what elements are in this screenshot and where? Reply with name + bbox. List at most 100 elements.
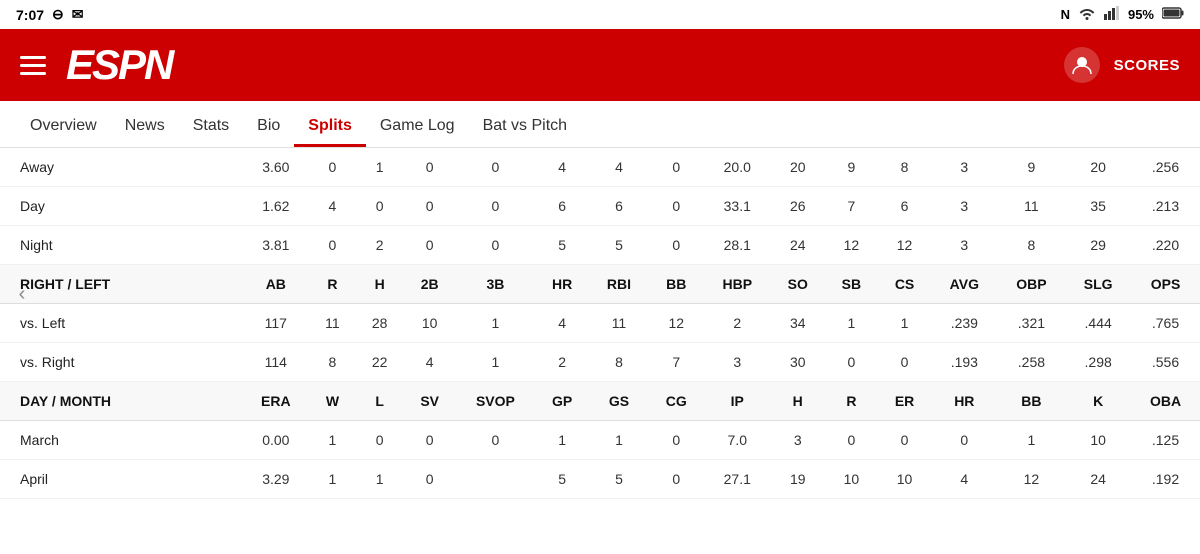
stat-cell: 11 — [998, 187, 1066, 226]
column-header: R — [825, 382, 878, 421]
stat-cell: 1.62 — [242, 187, 309, 226]
wifi-icon — [1078, 6, 1096, 23]
stat-cell: 0 — [649, 148, 704, 187]
column-header: SV — [404, 382, 456, 421]
tab-splits[interactable]: Splits — [294, 101, 366, 147]
stat-cell: 30 — [771, 343, 825, 382]
column-header: CG — [649, 382, 704, 421]
column-header: SLG — [1065, 265, 1131, 304]
back-arrow-button[interactable]: ‹ — [8, 280, 36, 308]
stat-cell: 20 — [771, 148, 825, 187]
column-header: W — [309, 382, 356, 421]
stat-cell: 1 — [309, 421, 356, 460]
row-label: Night — [0, 226, 242, 265]
column-header: BB — [998, 382, 1066, 421]
table-section-header-row: RIGHT / LEFTABRH2B3BHRRBIBBHBPSOSBCSAVGO… — [0, 265, 1200, 304]
stat-cell: 10 — [404, 304, 456, 343]
tab-overview[interactable]: Overview — [16, 101, 111, 147]
stat-cell: .239 — [931, 304, 997, 343]
stat-cell: 9 — [998, 148, 1066, 187]
stat-cell: 1 — [456, 343, 535, 382]
stat-cell: 9 — [825, 148, 878, 187]
tab-bio[interactable]: Bio — [243, 101, 294, 147]
stat-cell: 24 — [1065, 460, 1131, 499]
stat-cell: 2 — [356, 226, 404, 265]
stat-cell: 20 — [1065, 148, 1131, 187]
row-label: Day — [0, 187, 242, 226]
column-header: GP — [535, 382, 589, 421]
stat-cell: 34 — [771, 304, 825, 343]
stat-cell: 0 — [649, 226, 704, 265]
table-row: Night3.81020055028.12412123829.220 — [0, 226, 1200, 265]
table-row: Day1.62400066033.1267631135.213 — [0, 187, 1200, 226]
stat-cell: 1 — [309, 460, 356, 499]
stat-cell: 4 — [589, 148, 648, 187]
stat-cell: 7 — [649, 343, 704, 382]
stat-cell: 0 — [404, 226, 456, 265]
table-section-header-row: DAY / MONTHERAWLSVSVOPGPGSCGIPHRERHRBBKO… — [0, 382, 1200, 421]
stat-cell: 33.1 — [704, 187, 771, 226]
stat-cell: 28.1 — [704, 226, 771, 265]
stat-cell: 0 — [649, 421, 704, 460]
stat-cell: 1 — [998, 421, 1066, 460]
stat-cell: 12 — [878, 226, 931, 265]
tab-news[interactable]: News — [111, 101, 179, 147]
row-label: vs. Right — [0, 343, 242, 382]
espn-logo: ESPN — [66, 41, 172, 89]
tab-game-log[interactable]: Game Log — [366, 101, 469, 147]
tab-stats[interactable]: Stats — [179, 101, 243, 147]
stat-cell: 4 — [309, 187, 356, 226]
stat-cell: 20.0 — [704, 148, 771, 187]
stat-cell: 0 — [356, 187, 404, 226]
stat-cell: 7.0 — [704, 421, 771, 460]
espn-header-right: SCORES — [1064, 47, 1180, 83]
stat-cell: .444 — [1065, 304, 1131, 343]
hamburger-menu-button[interactable] — [20, 56, 46, 75]
minus-circle-icon: ⊖ — [52, 6, 64, 23]
splits-stats-table: Away3.60010044020.020983920.256Day1.6240… — [0, 148, 1200, 499]
table-row: vs. Right1148224128733000.193.258.298.55… — [0, 343, 1200, 382]
stat-cell: 3.81 — [242, 226, 309, 265]
tab-bat-vs-pitch[interactable]: Bat vs Pitch — [469, 101, 581, 147]
column-header: H — [771, 382, 825, 421]
user-icon[interactable] — [1064, 47, 1100, 83]
column-header: L — [356, 382, 404, 421]
stat-cell: .258 — [998, 343, 1066, 382]
status-left: 7:07 ⊖ ✉ — [16, 6, 84, 23]
row-label: Away — [0, 148, 242, 187]
stat-cell: 3.29 — [242, 460, 309, 499]
stat-cell: 0 — [404, 187, 456, 226]
stat-cell: 0 — [649, 187, 704, 226]
stat-cell: 117 — [242, 304, 309, 343]
stat-cell: 26 — [771, 187, 825, 226]
column-header: OPS — [1131, 265, 1200, 304]
stat-cell: 8 — [309, 343, 356, 382]
espn-header-left: ESPN — [20, 41, 172, 89]
column-header: AVG — [931, 265, 997, 304]
stat-cell: 1 — [878, 304, 931, 343]
stat-cell: 114 — [242, 343, 309, 382]
stat-cell: .125 — [1131, 421, 1200, 460]
stat-cell: 0 — [456, 226, 535, 265]
stat-cell: 5 — [535, 226, 589, 265]
status-right: N 95% — [1061, 6, 1184, 23]
stat-cell: 28 — [356, 304, 404, 343]
column-header: RBI — [589, 265, 648, 304]
column-header: IP — [704, 382, 771, 421]
column-header: GS — [589, 382, 648, 421]
section-header-label: DAY / MONTH — [0, 382, 242, 421]
stat-cell: 4 — [931, 460, 997, 499]
stat-cell: 7 — [825, 187, 878, 226]
stat-cell: 5 — [589, 226, 648, 265]
stat-cell: .193 — [931, 343, 997, 382]
stat-cell: .556 — [1131, 343, 1200, 382]
page-wrapper: 7:07 ⊖ ✉ N 95% ESPN — [0, 0, 1200, 499]
column-header: R — [309, 265, 356, 304]
stat-cell: 3 — [931, 148, 997, 187]
column-header: 2B — [404, 265, 456, 304]
stat-cell: .765 — [1131, 304, 1200, 343]
scores-label[interactable]: SCORES — [1114, 57, 1180, 74]
stat-cell: 35 — [1065, 187, 1131, 226]
mail-icon: ✉ — [72, 6, 84, 23]
stat-cell: 11 — [589, 304, 648, 343]
